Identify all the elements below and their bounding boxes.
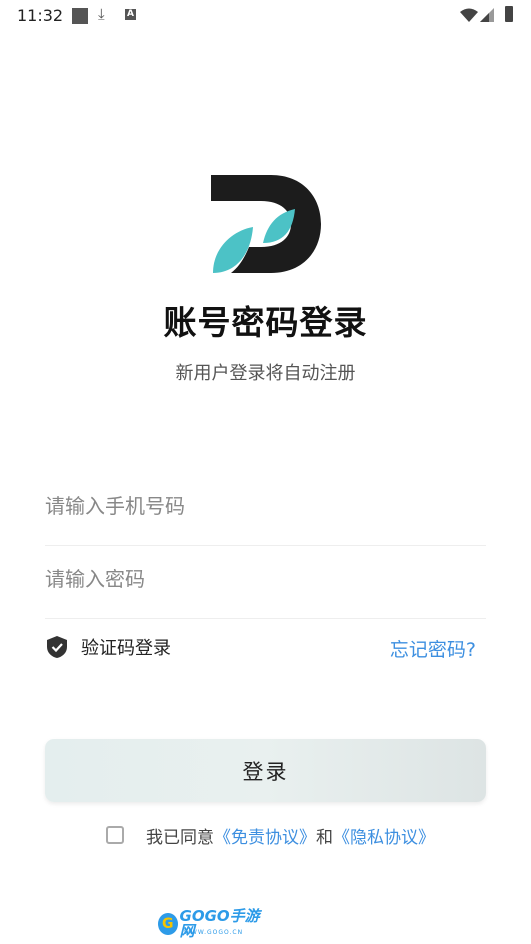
sms-login-toggle[interactable]: 验证码登录 bbox=[47, 634, 171, 660]
password-divider bbox=[45, 618, 486, 619]
status-bar: 11:32 ⤓ A bbox=[0, 0, 531, 32]
login-button[interactable]: 登录 bbox=[45, 739, 486, 802]
agreement-prefix: 我已同意 bbox=[146, 827, 214, 848]
watermark-sub: WWW.GOGO.CN bbox=[184, 929, 244, 936]
sms-login-label: 验证码登录 bbox=[81, 638, 171, 659]
privacy-link[interactable]: 《隐私协议》 bbox=[333, 823, 435, 848]
d-logo-icon bbox=[211, 175, 321, 273]
agreement-conjunction: 和 bbox=[316, 827, 333, 848]
a-icon: A bbox=[125, 9, 136, 20]
download-icon: ⤓ bbox=[98, 5, 105, 23]
password-input[interactable] bbox=[45, 559, 486, 599]
forgot-password-link[interactable]: 忘记密码? bbox=[390, 635, 476, 662]
watermark-logo: G GOGO手游网 WWW.GOGO.CN bbox=[158, 909, 264, 939]
status-time: 11:32 bbox=[17, 6, 64, 25]
phone-input[interactable] bbox=[45, 486, 486, 526]
disclaimer-link[interactable]: 《免责协议》 bbox=[214, 823, 316, 848]
phone-field-container bbox=[45, 486, 486, 546]
page-subtitle: 新用户登录将自动注册 bbox=[175, 363, 356, 384]
battery-icon bbox=[505, 6, 513, 22]
agreement-row: 我已同意 《免责协议》 和 《隐私协议》 bbox=[106, 823, 435, 848]
wifi-icon bbox=[460, 8, 478, 22]
signal-icon bbox=[480, 8, 494, 22]
phone-divider bbox=[45, 545, 486, 546]
password-field-container bbox=[45, 559, 486, 619]
page-title: 账号密码登录 bbox=[163, 303, 368, 342]
agreement-checkbox[interactable] bbox=[106, 826, 124, 844]
square-icon bbox=[72, 8, 88, 24]
shield-icon bbox=[47, 636, 67, 658]
watermark-icon: G bbox=[158, 913, 178, 935]
